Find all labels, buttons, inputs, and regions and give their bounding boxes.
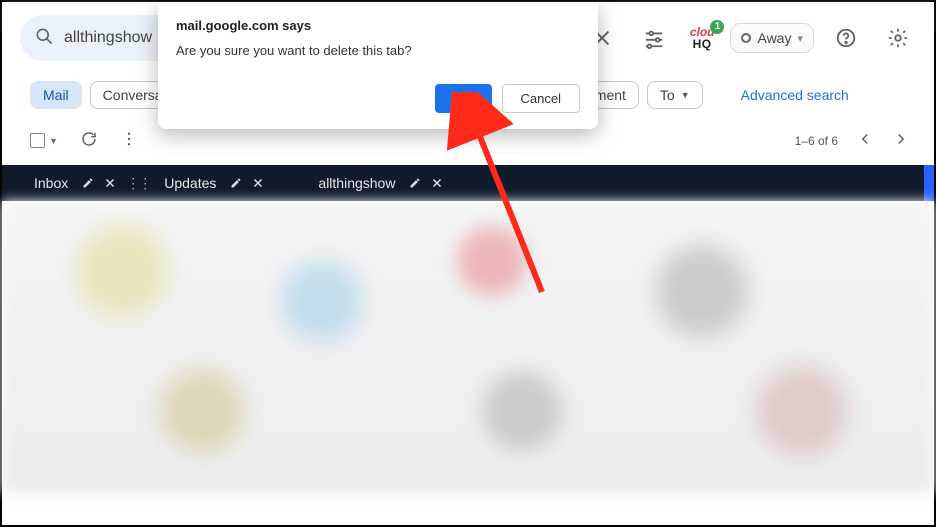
- chevron-down-icon: ▾: [797, 32, 803, 45]
- dialog-message: Are you sure you want to delete this tab…: [176, 43, 580, 58]
- logo-line2: HQ: [693, 38, 712, 50]
- pencil-icon[interactable]: [82, 177, 94, 189]
- filter-tune-icon[interactable]: [634, 18, 674, 58]
- dropdown-icon: ▼: [681, 90, 690, 100]
- refresh-icon[interactable]: [80, 130, 98, 151]
- logo-badge: 1: [710, 20, 724, 34]
- tab-inbox[interactable]: Inbox: [30, 175, 116, 191]
- page-count: 1–6 of 6: [795, 134, 838, 148]
- filter-chip-to[interactable]: To▼: [647, 81, 703, 109]
- confirm-dialog: mail.google.com says Are you sure you wa…: [158, 2, 598, 129]
- close-icon[interactable]: [104, 177, 116, 189]
- tab-updates[interactable]: Updates: [160, 175, 264, 191]
- close-icon[interactable]: [252, 177, 264, 189]
- select-all-checkbox[interactable]: [30, 133, 45, 148]
- tab-label: Updates: [160, 175, 220, 191]
- cancel-button[interactable]: Cancel: [502, 84, 580, 113]
- close-icon[interactable]: [431, 177, 443, 189]
- pencil-icon[interactable]: [230, 177, 242, 189]
- advanced-search-link[interactable]: Advanced search: [741, 87, 849, 103]
- ok-button[interactable]: OK: [435, 84, 492, 113]
- pencil-icon[interactable]: [409, 177, 421, 189]
- cloudhq-logo[interactable]: clou HQ 1: [690, 26, 715, 50]
- gear-icon[interactable]: [878, 18, 918, 58]
- next-page-icon[interactable]: [892, 130, 910, 151]
- tabs-bar: Inbox ⋮⋮ Updates allthingshow: [2, 165, 934, 201]
- add-tab-edge[interactable]: [924, 165, 934, 201]
- prev-page-icon[interactable]: [856, 130, 874, 151]
- status-label: Away: [757, 30, 791, 46]
- more-icon[interactable]: [120, 130, 138, 151]
- drag-grip-icon[interactable]: ⋮⋮: [126, 175, 150, 192]
- status-chip[interactable]: Away ▾: [730, 23, 814, 53]
- status-dot-icon: [741, 33, 751, 43]
- help-icon[interactable]: [826, 18, 866, 58]
- select-dropdown-icon[interactable]: ▼: [49, 136, 58, 146]
- search-icon: [34, 26, 54, 51]
- blurred-content: [2, 201, 934, 493]
- tab-label: Inbox: [30, 175, 72, 191]
- tab-label: allthingshow: [314, 175, 399, 191]
- search-input[interactable]: allthingshow: [64, 29, 152, 47]
- dialog-origin: mail.google.com says: [176, 18, 580, 33]
- filter-chip-mail[interactable]: Mail: [30, 81, 82, 109]
- tab-custom[interactable]: allthingshow: [314, 175, 443, 191]
